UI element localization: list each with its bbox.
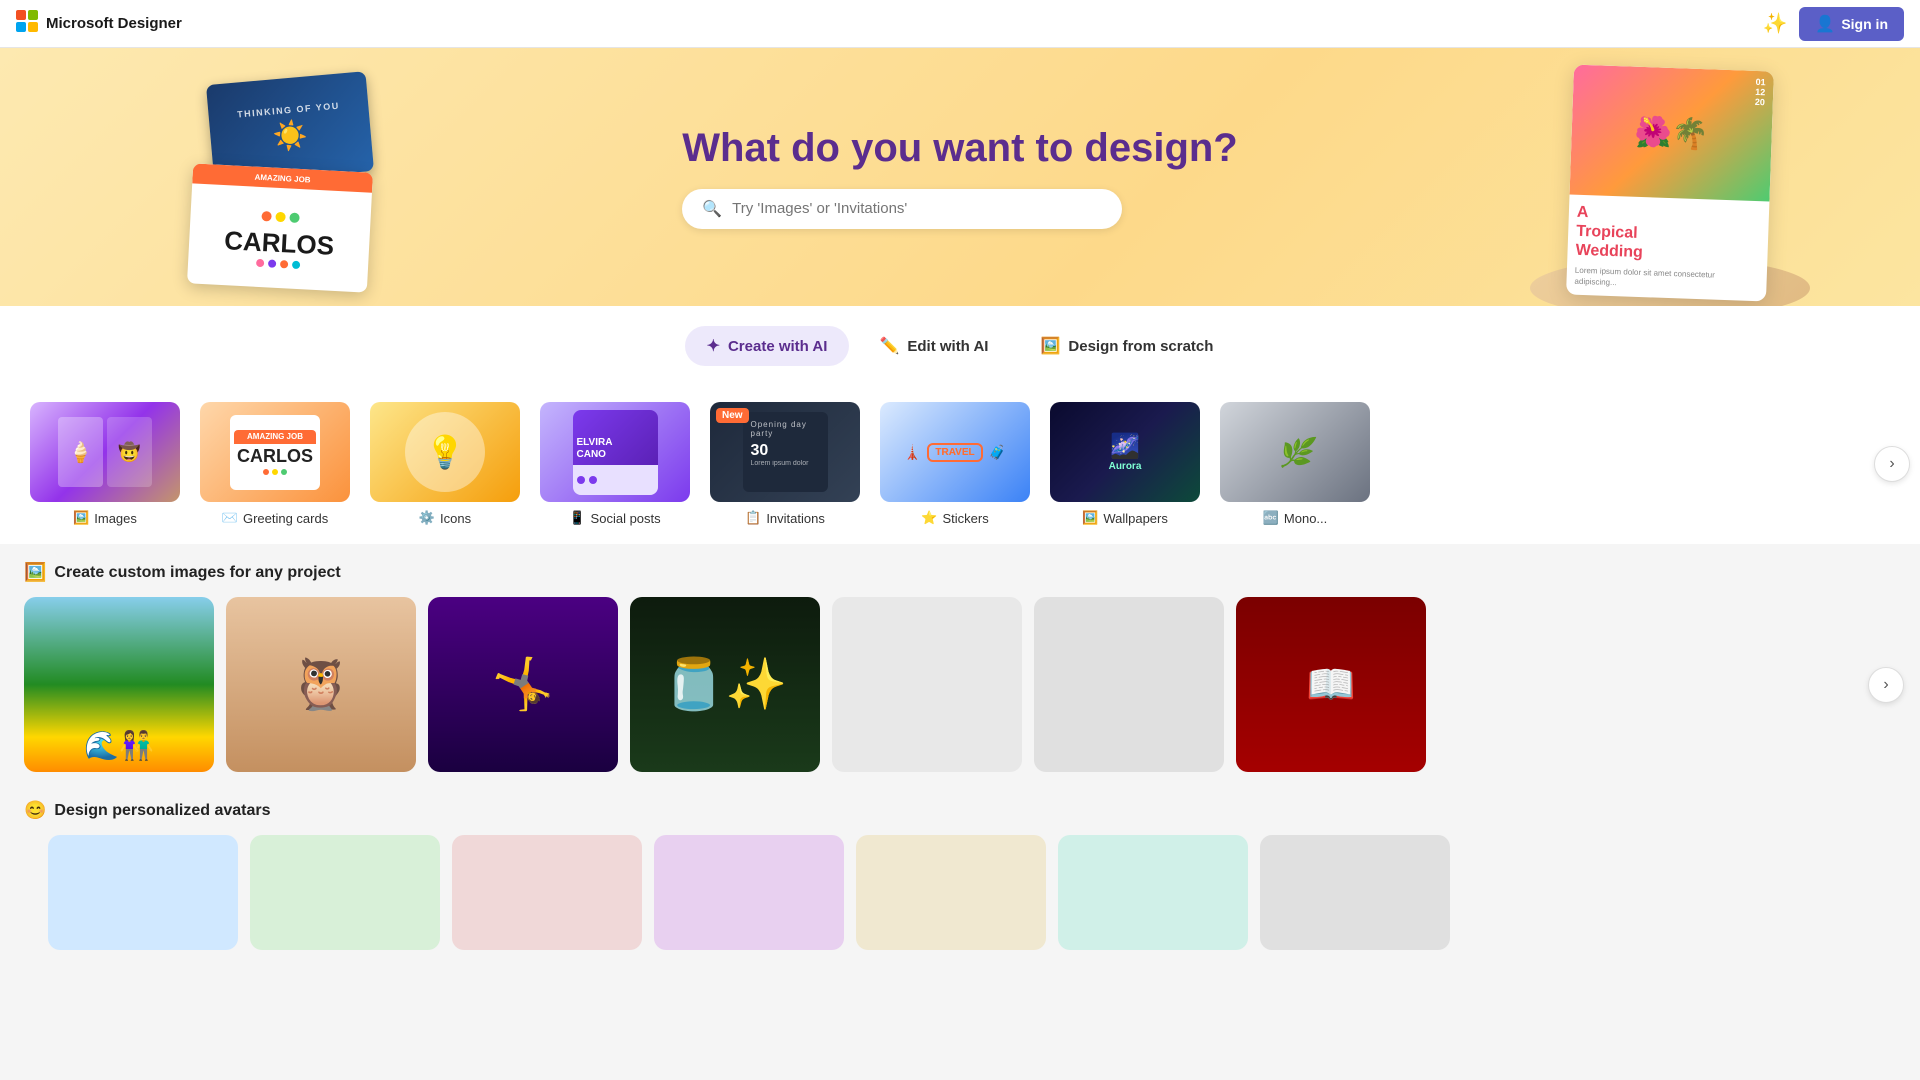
custom-images-next-arrow[interactable]: ›	[1868, 667, 1904, 703]
custom-images-title: 🖼️ Create custom images for any project	[24, 562, 1896, 583]
stickers-thumbnail: 🗼 TRAVEL 🧳	[880, 402, 1030, 502]
avatar-card-6[interactable]	[1058, 835, 1248, 950]
image-card-loading-1[interactable]	[832, 597, 1022, 772]
search-bar[interactable]: 🔍	[682, 189, 1122, 229]
custom-images-grid: 🌊👫 🦉 🤸 🫙✨ 📖 ›	[24, 597, 1896, 772]
custom-images-section: 🖼️ Create custom images for any project …	[0, 544, 1920, 790]
avatar-icon: 😊	[24, 800, 46, 821]
card-carlos: AMAZING JOB CARLOS	[187, 163, 373, 292]
avatar-card-4[interactable]	[654, 835, 844, 950]
nav-brand: Microsoft Designer	[16, 10, 182, 37]
design-types-list: 🍦 🤠 🖼️ Images AMAZING JOB CARLOS	[0, 384, 1920, 544]
new-badge: New	[716, 408, 749, 423]
hero-right-decoration: 🌺🌴 011220 ATropicalWedding Lorem ipsum d…	[1570, 68, 1770, 298]
image-card-gymnast[interactable]: 🤸	[428, 597, 618, 772]
image-card-loading-2[interactable]	[1034, 597, 1224, 772]
edit-icon: ✏️	[879, 336, 899, 356]
icons-icon: ⚙️	[419, 510, 435, 526]
hero-title: What do you want to design?	[682, 126, 1238, 171]
design-type-social-posts[interactable]: ELVIRACANO 📱 Social posts	[530, 394, 700, 534]
avatar-card-5[interactable]	[856, 835, 1046, 950]
app-logo-icon	[16, 10, 38, 37]
design-type-wallpapers[interactable]: 🌌 Aurora 🖼️ Wallpapers	[1040, 394, 1210, 534]
avatar-card-1[interactable]	[48, 835, 238, 950]
social-posts-thumbnail: ELVIRACANO	[540, 402, 690, 502]
invitations-icon: 📋	[745, 510, 761, 526]
tab-edit-ai[interactable]: ✏️ Edit with AI	[857, 326, 1010, 366]
avatar-card-3[interactable]	[452, 835, 642, 950]
nav-actions: ✨ 👤 Sign in	[1763, 7, 1905, 41]
sign-in-button[interactable]: 👤 Sign in	[1799, 7, 1904, 41]
avatar-card-2[interactable]	[250, 835, 440, 950]
app-title: Microsoft Designer	[46, 15, 182, 32]
invitations-thumbnail: New Opening day party 30 Lorem ipsum dol…	[710, 402, 860, 502]
search-icon: 🔍	[702, 199, 722, 219]
avatars-grid	[24, 835, 1896, 950]
greeting-icon: ✉️	[222, 510, 238, 526]
wallpapers-thumbnail: 🌌 Aurora	[1050, 402, 1200, 502]
top-navigation: Microsoft Designer ✨ 👤 Sign in	[0, 0, 1920, 48]
design-type-stickers[interactable]: 🗼 TRAVEL 🧳 ⭐ Stickers	[870, 394, 1040, 534]
design-type-images[interactable]: 🍦 🤠 🖼️ Images	[20, 394, 190, 534]
design-icon: 🖼️	[1040, 336, 1060, 356]
custom-images-icon: 🖼️	[24, 562, 46, 583]
tropical-wedding-card: 🌺🌴 011220 ATropicalWedding Lorem ipsum d…	[1566, 65, 1774, 302]
images-thumbnail: 🍦 🤠	[30, 402, 180, 502]
monograms-thumbnail: 🌿	[1220, 402, 1370, 502]
magic-icon[interactable]: ✨	[1763, 11, 1788, 36]
avatar-card-7[interactable]	[1260, 835, 1450, 950]
sparkle-icon: ✦	[707, 336, 720, 356]
tropical-title: ATropicalWedding	[1575, 203, 1761, 267]
person-icon: 👤	[1815, 14, 1835, 34]
image-card-beach[interactable]: 🌊👫	[24, 597, 214, 772]
icons-thumbnail: 💡	[370, 402, 520, 502]
monograms-icon: 🔤	[1263, 510, 1279, 526]
design-type-monograms[interactable]: 🌿 🔤 Mono...	[1210, 394, 1380, 534]
main-tabs: ✦ Create with AI ✏️ Edit with AI 🖼️ Desi…	[0, 306, 1920, 384]
design-types-next-arrow[interactable]: ›	[1874, 446, 1910, 482]
hero-center: What do you want to design? 🔍	[682, 126, 1238, 229]
avatars-section: 😊 Design personalized avatars	[0, 790, 1920, 968]
tab-create-ai[interactable]: ✦ Create with AI	[685, 326, 850, 366]
search-input[interactable]	[732, 200, 1102, 217]
hero-banner: THINKING OF YOU ☀️ AMAZING JOB CARLOS	[0, 48, 1920, 306]
stickers-icon: ⭐	[921, 510, 937, 526]
images-icon: 🖼️	[73, 510, 89, 526]
image-card-book[interactable]: 📖	[1236, 597, 1426, 772]
design-type-invitations[interactable]: New Opening day party 30 Lorem ipsum dol…	[700, 394, 870, 534]
social-posts-icon: 📱	[569, 510, 585, 526]
image-card-jar[interactable]: 🫙✨	[630, 597, 820, 772]
design-types-carousel: 🍦 🤠 🖼️ Images AMAZING JOB CARLOS	[0, 384, 1920, 544]
design-type-icons[interactable]: 💡 ⚙️ Icons	[360, 394, 530, 534]
image-card-owl[interactable]: 🦉	[226, 597, 416, 772]
greeting-cards-thumbnail: AMAZING JOB CARLOS	[200, 402, 350, 502]
hero-left-decoration: THINKING OF YOU ☀️ AMAZING JOB CARLOS	[180, 78, 380, 298]
avatars-title: 😊 Design personalized avatars	[24, 800, 1896, 821]
design-type-greeting-cards[interactable]: AMAZING JOB CARLOS ✉️ Greeting cards	[190, 394, 360, 534]
wallpapers-icon: 🖼️	[1082, 510, 1098, 526]
tab-design-scratch[interactable]: 🖼️ Design from scratch	[1018, 326, 1235, 366]
